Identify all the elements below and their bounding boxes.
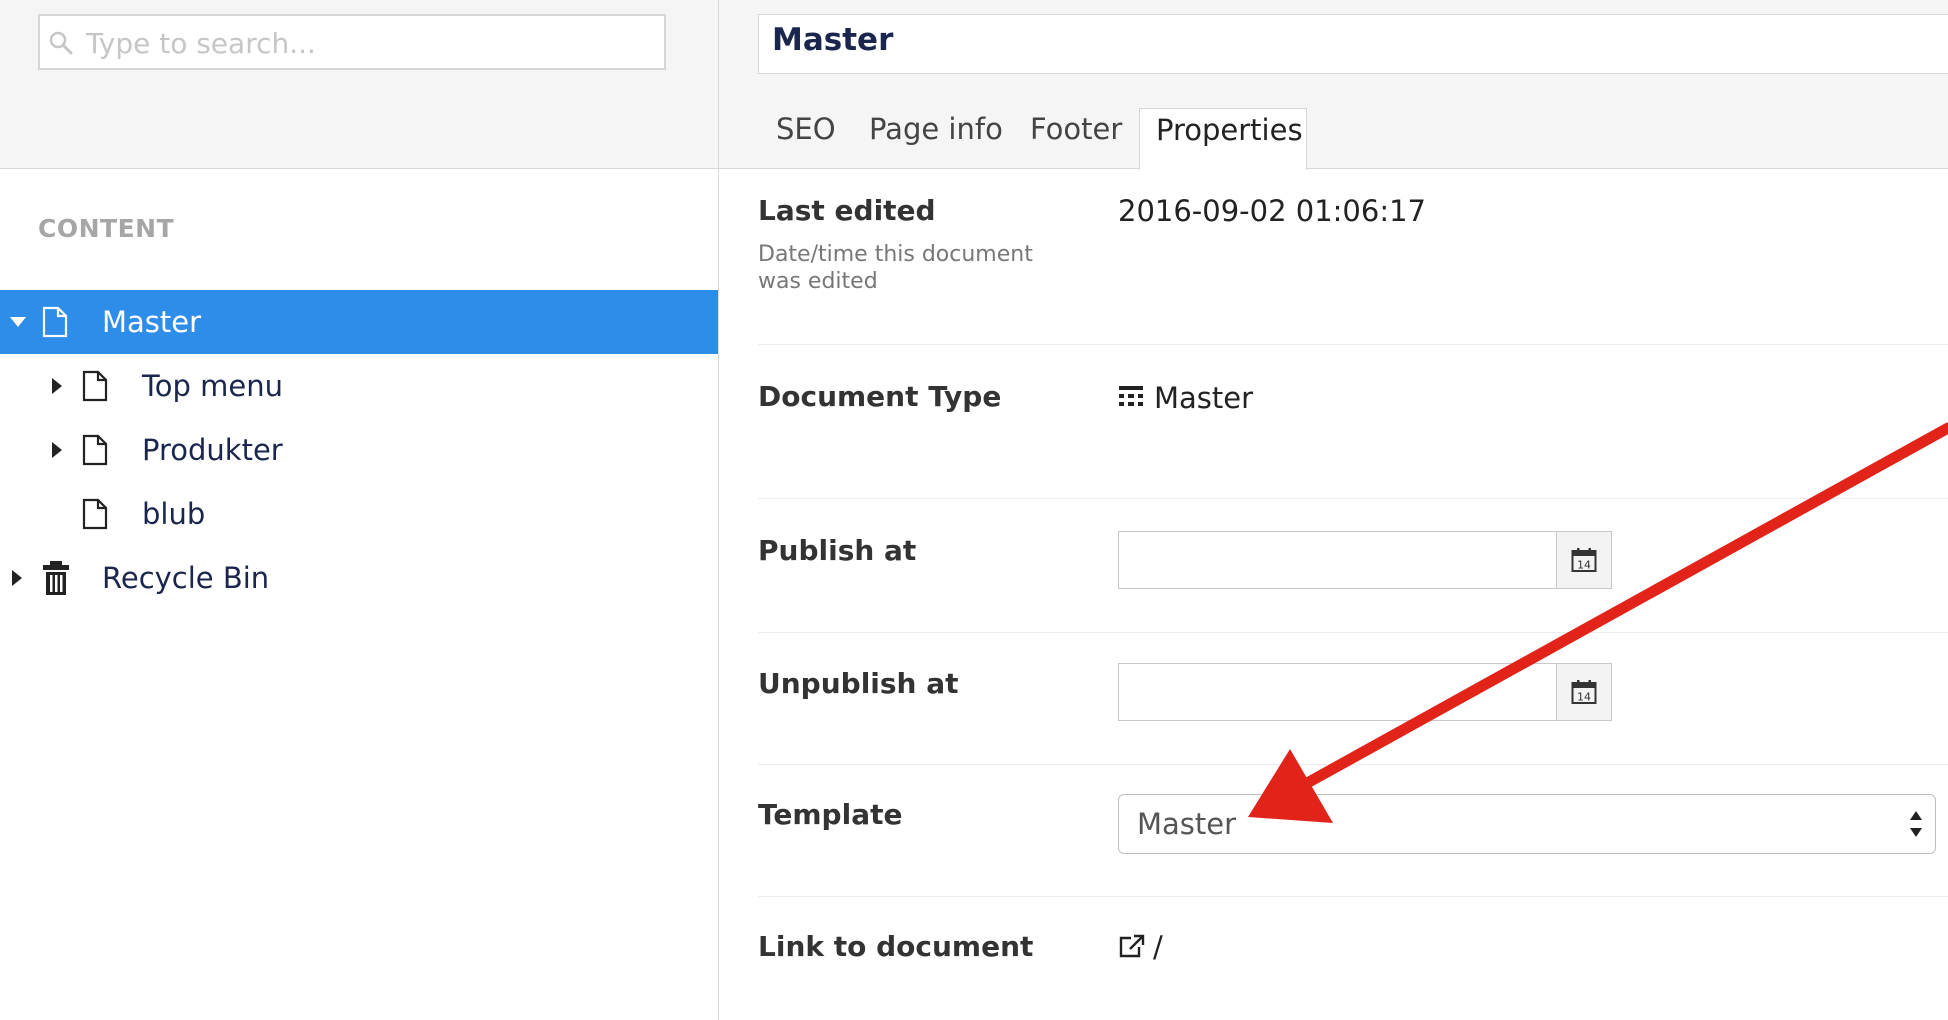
tree-item-label: Produkter (142, 433, 283, 467)
tree-item-top-menu[interactable]: Top menu (0, 354, 718, 418)
tree-item-label: Master (102, 305, 202, 339)
expand-caret-icon[interactable] (10, 317, 26, 327)
last-edited-value: 2016-09-02 01:06:17 (1118, 194, 1426, 228)
doctype-grid-icon (1119, 386, 1143, 412)
unpublish-at-label: Unpublish at (758, 667, 959, 700)
tree-item-label: Recycle Bin (102, 561, 270, 595)
tab-footer[interactable]: Footer (1030, 112, 1122, 146)
template-label: Template (758, 798, 903, 831)
document-type-label: Document Type (758, 380, 1002, 413)
select-arrows-icon (1907, 807, 1925, 841)
divider (758, 344, 1948, 345)
tree-item-label: Top menu (142, 369, 284, 403)
last-edited-label: Last edited (758, 194, 936, 227)
search-icon (48, 30, 74, 56)
divider (758, 896, 1948, 897)
calendar-icon: 14 (1571, 547, 1597, 577)
link-to-document-value[interactable]: / (1153, 930, 1163, 964)
document-icon (42, 306, 68, 338)
document-icon (82, 370, 108, 402)
svg-text:14: 14 (1577, 559, 1591, 572)
tree-item-recycle-bin[interactable]: Recycle Bin (0, 546, 718, 610)
divider (758, 498, 1948, 499)
divider (758, 632, 1948, 633)
template-select-value: Master (1137, 807, 1237, 841)
sidebar-header (0, 0, 718, 169)
divider (758, 764, 1948, 765)
publish-at-calendar-button[interactable]: 14 (1556, 531, 1612, 589)
document-icon (82, 434, 108, 466)
tree-item-master[interactable]: Master (0, 290, 718, 354)
tab-properties-label: Properties (1156, 113, 1303, 147)
svg-text:14: 14 (1577, 691, 1591, 704)
document-icon (82, 498, 108, 530)
last-edited-description: Date/time this document was edited (758, 242, 1033, 294)
tab-properties[interactable]: Properties (1139, 108, 1307, 170)
expand-caret-icon[interactable] (12, 570, 22, 586)
search-box[interactable] (38, 14, 666, 70)
tree-item-label: blub (142, 497, 206, 531)
section-label-content: CONTENT (38, 214, 175, 243)
template-select[interactable]: Master (1118, 794, 1936, 854)
publish-at-label: Publish at (758, 534, 917, 567)
document-name-value[interactable]: Master (772, 22, 893, 58)
search-input[interactable] (86, 24, 646, 62)
tree-item-blub[interactable]: blub (0, 482, 718, 546)
publish-at-input[interactable] (1118, 531, 1612, 589)
tree-item-produkter[interactable]: Produkter (0, 418, 718, 482)
expand-caret-icon[interactable] (52, 442, 62, 458)
tab-seo[interactable]: SEO (776, 112, 836, 146)
unpublish-at-calendar-button[interactable]: 14 (1556, 663, 1612, 721)
expand-caret-icon[interactable] (52, 378, 62, 394)
tab-page-info[interactable]: Page info (869, 112, 1003, 146)
trash-icon (42, 560, 70, 596)
link-to-document-label: Link to document (758, 930, 1034, 963)
document-name-input[interactable] (758, 14, 1948, 74)
unpublish-at-input[interactable] (1118, 663, 1612, 721)
external-link-icon[interactable] (1119, 934, 1145, 962)
calendar-icon: 14 (1571, 679, 1597, 709)
document-type-value[interactable]: Master (1154, 381, 1253, 415)
